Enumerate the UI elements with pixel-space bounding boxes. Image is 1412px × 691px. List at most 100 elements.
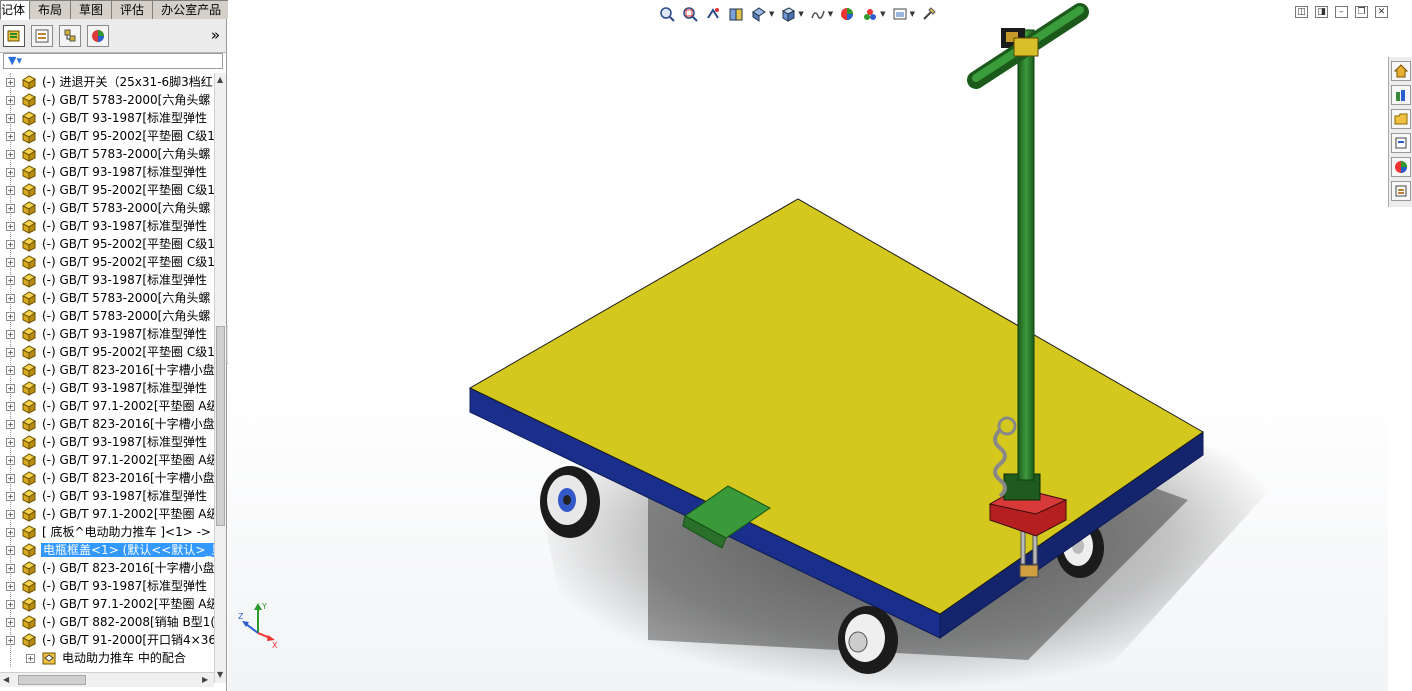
scroll-left-arrow-icon[interactable]: ◀ xyxy=(3,675,9,684)
tree-item[interactable]: + (-) GB/T 97.1-2002[平垫圈 A级 xyxy=(0,451,214,469)
expand-toggle-icon[interactable]: + xyxy=(6,636,15,645)
tree-item[interactable]: + (-) GB/T 93-1987[标准型弹性 xyxy=(0,577,214,595)
expand-toggle-icon[interactable]: + xyxy=(6,168,15,177)
tree-item[interactable]: + (-) GB/T 95-2002[平垫圈 C级1 xyxy=(0,253,214,271)
apply-scene-icon[interactable] xyxy=(891,5,909,23)
tree-scroll-thumb[interactable] xyxy=(216,326,225,526)
expand-toggle-icon[interactable]: + xyxy=(6,348,15,357)
tree-item[interactable]: + (-) GB/T 93-1987[标准型弹性 xyxy=(0,109,214,127)
dropdown-arrow-icon[interactable]: ▼ xyxy=(828,10,833,18)
home-icon[interactable] xyxy=(1391,61,1411,81)
tree-item[interactable]: + (-) GB/T 93-1987[标准型弹性 xyxy=(0,379,214,397)
expand-toggle-icon[interactable]: + xyxy=(6,438,15,447)
tree-item[interactable]: + (-) GB/T 95-2002[平垫圈 C级1 xyxy=(0,127,214,145)
expand-toggle-icon[interactable]: + xyxy=(6,402,15,411)
tree-horizontal-scrollbar[interactable]: ◀ ▶ xyxy=(0,672,214,687)
expand-toggle-icon[interactable]: + xyxy=(26,654,35,663)
tree-item[interactable]: + (-) GB/T 93-1987[标准型弹性 xyxy=(0,325,214,343)
tree-item[interactable]: + (-) GB/T 93-1987[标准型弹性 xyxy=(0,487,214,505)
tree-item[interactable]: + (-) GB/T 93-1987[标准型弹性 xyxy=(0,433,214,451)
cart-3d-model[interactable] xyxy=(228,0,1388,691)
tree-vertical-scrollbar[interactable]: ▲ ▼ xyxy=(214,73,226,683)
expand-toggle-icon[interactable]: + xyxy=(6,492,15,501)
expand-toggle-icon[interactable]: + xyxy=(6,312,15,321)
tree-item[interactable]: + (-) GB/T 93-1987[标准型弹性 xyxy=(0,163,214,181)
tab-0[interactable]: 记体 xyxy=(0,0,31,20)
tree-item[interactable]: + (-) GB/T 823-2016[十字槽小盘 xyxy=(0,415,214,433)
tree-item[interactable]: + (-) GB/T 5783-2000[六角头螺 xyxy=(0,289,214,307)
scroll-down-arrow-icon[interactable]: ▼ xyxy=(217,670,223,679)
tree-item[interactable]: + 电动助力推车 中的配合 xyxy=(20,649,214,667)
close-icon[interactable]: ✕ xyxy=(1375,6,1388,18)
dynamic-annotation-icon[interactable] xyxy=(750,5,768,23)
section-view-icon[interactable] xyxy=(727,5,745,23)
expand-toggle-icon[interactable]: + xyxy=(6,132,15,141)
tree-item[interactable]: + (-) GB/T 95-2002[平垫圈 C级1 xyxy=(0,343,214,361)
panel-more-button[interactable]: » xyxy=(211,28,220,43)
tile-left-icon[interactable]: ◫ xyxy=(1295,6,1308,18)
tree-item[interactable]: + 电瓶框盖<1> (默认<<默认>_显 xyxy=(0,541,214,559)
tree-item[interactable]: + (-) GB/T 97.1-2002[平垫圈 A级 xyxy=(0,595,214,613)
tab-4[interactable]: 办公室产品 xyxy=(152,0,231,19)
tree-item[interactable]: + (-) GB/T 95-2002[平垫圈 C级1 xyxy=(0,235,214,253)
tree-item[interactable]: + (-) GB/T 97.1-2002[平垫圈 A级 xyxy=(0,505,214,523)
scroll-right-arrow-icon[interactable]: ▶ xyxy=(202,675,208,684)
expand-toggle-icon[interactable]: + xyxy=(6,582,15,591)
expand-toggle-icon[interactable]: + xyxy=(6,78,15,87)
minimize-icon[interactable]: – xyxy=(1335,6,1348,18)
view-settings-icon[interactable] xyxy=(920,5,938,23)
expand-toggle-icon[interactable]: + xyxy=(6,420,15,429)
propertymanager-tab[interactable] xyxy=(31,25,53,47)
tree-item[interactable]: + (-) GB/T 882-2008[销轴 B型1( xyxy=(0,613,214,631)
tree-item[interactable]: + (-) GB/T 5783-2000[六角头螺 xyxy=(0,307,214,325)
expand-toggle-icon[interactable]: + xyxy=(6,528,15,537)
dropdown-arrow-icon[interactable]: ▼ xyxy=(769,10,774,18)
dropdown-arrow-icon[interactable]: ▼ xyxy=(880,10,885,18)
zoom-to-fit-icon[interactable] xyxy=(658,5,676,23)
appearances-icon[interactable] xyxy=(1391,157,1411,177)
tab-2[interactable]: 草图 xyxy=(70,0,113,19)
tree-item[interactable]: + (-) GB/T 97.1-2002[平垫圈 A级 xyxy=(0,397,214,415)
previous-view-icon[interactable] xyxy=(704,5,722,23)
expand-toggle-icon[interactable]: + xyxy=(6,150,15,159)
custom-properties-icon[interactable] xyxy=(1391,181,1411,201)
expand-toggle-icon[interactable]: + xyxy=(6,546,15,555)
expand-toggle-icon[interactable]: + xyxy=(6,294,15,303)
expand-toggle-icon[interactable]: + xyxy=(6,564,15,573)
expand-toggle-icon[interactable]: + xyxy=(6,384,15,393)
tree-item[interactable]: + (-) GB/T 91-2000[开口销4×36 xyxy=(0,631,214,649)
tree-item[interactable]: + (-) GB/T 823-2016[十字槽小盘 xyxy=(0,559,214,577)
file-explorer-icon[interactable] xyxy=(1391,133,1411,153)
wheel-rear-left[interactable] xyxy=(540,466,600,538)
scroll-up-arrow-icon[interactable]: ▲ xyxy=(217,75,223,84)
expand-toggle-icon[interactable]: + xyxy=(6,114,15,123)
tree-item[interactable]: + (-) 进退开关（25x31-6脚3档红 xyxy=(0,73,214,91)
tree-item[interactable]: + (-) GB/T 5783-2000[六角头螺 xyxy=(0,199,214,217)
display-style-icon[interactable] xyxy=(809,5,827,23)
configurationmanager-tab[interactable] xyxy=(59,25,81,47)
tree-item[interactable]: + (-) GB/T 95-2002[平垫圈 C级1 xyxy=(0,181,214,199)
expand-toggle-icon[interactable]: + xyxy=(6,186,15,195)
tab-3[interactable]: 评估 xyxy=(111,0,154,19)
tree-item[interactable]: + (-) GB/T 93-1987[标准型弹性 xyxy=(0,271,214,289)
displaymanager-tab[interactable] xyxy=(87,25,109,47)
expand-toggle-icon[interactable]: + xyxy=(6,258,15,267)
tree-hscroll-thumb[interactable] xyxy=(18,675,86,685)
expand-toggle-icon[interactable]: + xyxy=(6,510,15,519)
tree-item[interactable]: + (-) GB/T 93-1987[标准型弹性 xyxy=(0,217,214,235)
tree-item[interactable]: + (-) GB/T 5783-2000[六角头螺 xyxy=(0,145,214,163)
expand-toggle-icon[interactable]: + xyxy=(6,366,15,375)
graphics-area[interactable]: ▼ ▼ ▼ ▼ ▼ ◫ ◨ – ❐ ✕ xyxy=(228,0,1388,691)
expand-toggle-icon[interactable]: + xyxy=(6,276,15,285)
zoom-area-icon[interactable] xyxy=(681,5,699,23)
expand-toggle-icon[interactable]: + xyxy=(6,618,15,627)
expand-toggle-icon[interactable]: + xyxy=(6,456,15,465)
dropdown-arrow-icon[interactable]: ▼ xyxy=(798,10,803,18)
expand-toggle-icon[interactable]: + xyxy=(6,600,15,609)
featuremanager-tab[interactable] xyxy=(3,25,25,47)
design-library-icon[interactable] xyxy=(1391,109,1411,129)
tab-1[interactable]: 布局 xyxy=(29,0,72,19)
tree-item[interactable]: + (-) GB/T 5783-2000[六角头螺 xyxy=(0,91,214,109)
edit-appearance-icon[interactable] xyxy=(861,5,879,23)
expand-toggle-icon[interactable]: + xyxy=(6,222,15,231)
